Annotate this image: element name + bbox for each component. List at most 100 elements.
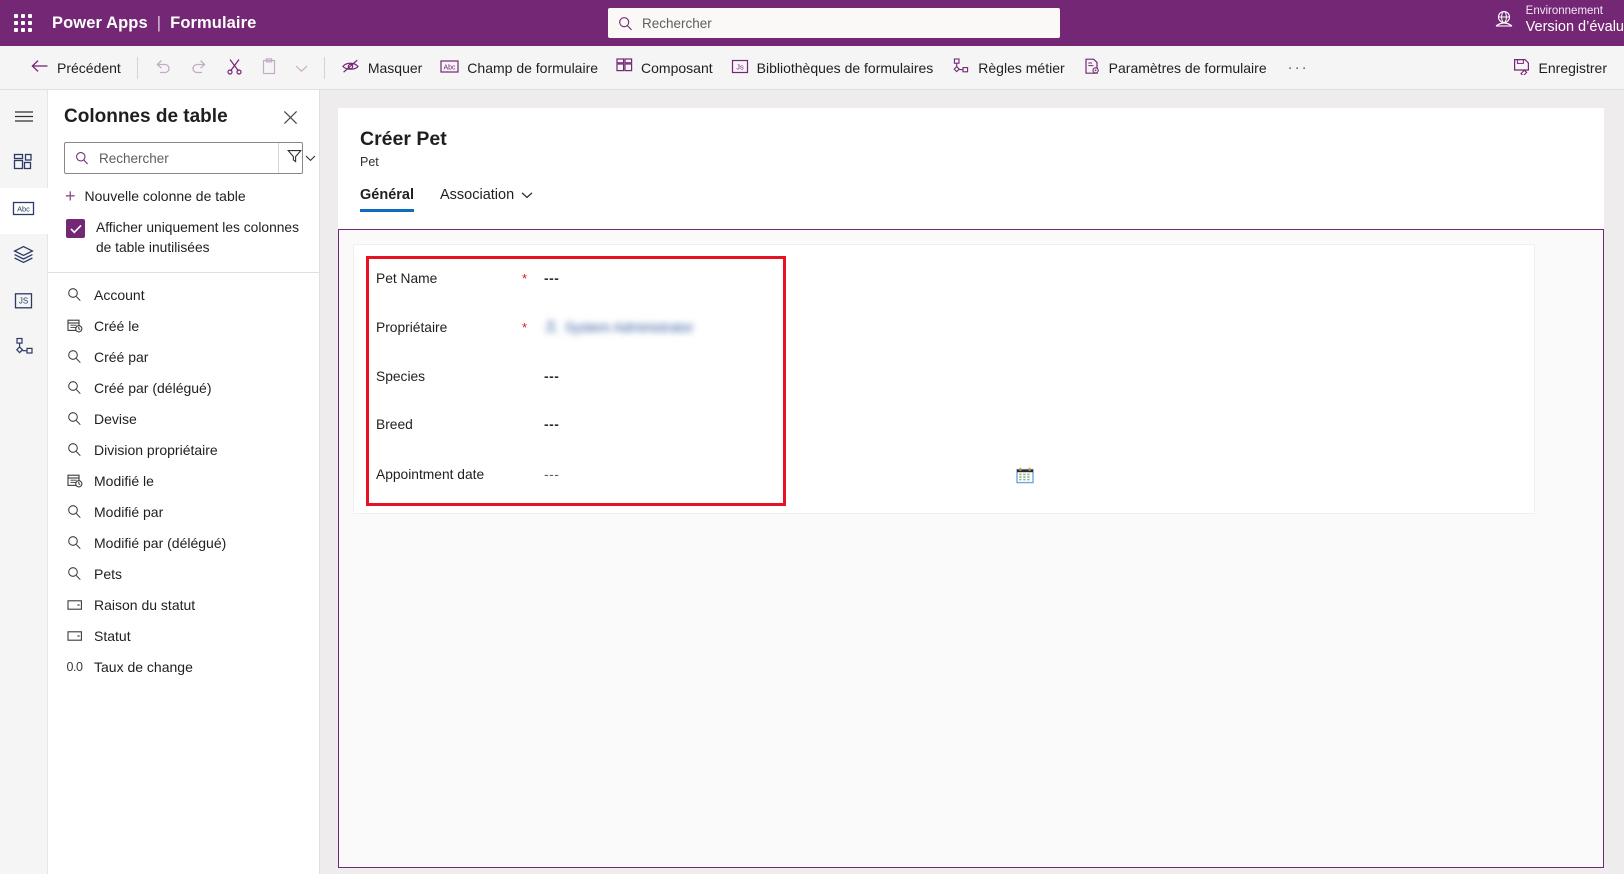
search-icon [65, 151, 97, 165]
more-ellipsis-icon[interactable]: ··· [1276, 59, 1321, 76]
list-item-label: Modifié par (délégué) [94, 534, 227, 551]
environment-indicator[interactable]: Environnement Version d’évalu [1492, 4, 1624, 37]
plus-icon: + [65, 186, 76, 206]
undo-button[interactable] [145, 52, 181, 84]
list-item[interactable]: Créé par [48, 341, 319, 372]
form-section-card[interactable]: Pet Name * --- Propriétaire * System Adm… [353, 244, 1535, 514]
back-button[interactable]: Précédent [22, 52, 130, 84]
list-item[interactable]: Division propriétaire [48, 434, 319, 465]
hide-button[interactable]: Masquer [332, 52, 431, 84]
paste-button[interactable] [252, 52, 286, 84]
lookup-search-icon [66, 441, 83, 458]
form-tabs: Général Association [360, 187, 1604, 212]
field-row-owner[interactable]: Propriétaire * System Administrator [376, 312, 1496, 342]
chevron-down-icon [305, 149, 316, 167]
chevron-down-icon [521, 187, 533, 203]
list-item[interactable]: Créé le [48, 310, 319, 341]
app-context-name: Formulaire [170, 13, 257, 32]
save-icon [1513, 58, 1531, 78]
back-button-label: Précédent [57, 59, 121, 76]
field-value-owner: System Administrator [544, 320, 693, 335]
brand-title[interactable]: Power Apps | Formulaire [52, 14, 256, 33]
list-item[interactable]: Créé par (délégué) [48, 372, 319, 403]
tab-association[interactable]: Association [440, 187, 533, 212]
form-settings-button[interactable]: Paramètres de formulaire [1074, 52, 1276, 84]
list-item[interactable]: Account [48, 279, 319, 310]
list-item-label: Modifié par [94, 503, 164, 520]
command-bar: Précédent Masquer Abc Champ de formulair… [0, 46, 1624, 90]
lookup-search-icon [66, 503, 83, 520]
field-value: --- [544, 270, 560, 286]
close-icon[interactable] [277, 104, 303, 130]
person-icon [544, 320, 558, 334]
field-label: Appointment date [376, 466, 485, 482]
lookup-search-icon [66, 534, 83, 551]
date-time-icon [66, 472, 83, 489]
lookup-search-icon [66, 410, 83, 427]
tab-general[interactable]: Général [360, 187, 414, 212]
business-rules-button[interactable]: Règles métier [942, 52, 1073, 84]
columns-search-box[interactable] [64, 142, 316, 174]
calendar-icon[interactable] [1016, 467, 1034, 484]
waffle-menu-button[interactable] [0, 0, 46, 46]
field-label: Propriétaire [376, 319, 448, 335]
page-title: Créer Pet [360, 128, 447, 150]
new-table-column-button[interactable]: + Nouvelle colonne de table [48, 174, 319, 215]
svg-text:Abc: Abc [17, 204, 30, 213]
list-item-label: Modifié le [94, 472, 154, 489]
choice-icon [66, 627, 83, 644]
hamburger-menu-icon [14, 109, 34, 129]
form-field-button[interactable]: Abc Champ de formulaire [431, 52, 607, 84]
environment-globe-icon [1492, 8, 1516, 32]
form-field-button-label: Champ de formulaire [467, 59, 599, 76]
component-button[interactable]: Composant [607, 52, 722, 84]
owner-name-text: System Administrator [565, 319, 694, 335]
rail-tree-view[interactable] [0, 234, 48, 280]
list-item[interactable]: 0.0 Taux de change [48, 651, 319, 682]
tab-general-label: Général [360, 187, 414, 203]
hide-button-label: Masquer [367, 59, 423, 76]
layers-icon [13, 245, 34, 269]
filter-button[interactable] [278, 143, 319, 173]
redo-button[interactable] [181, 52, 217, 84]
show-unused-columns-checkbox[interactable]: Afficher uniquement les colonnes de tabl… [48, 215, 319, 272]
field-value: --- [544, 416, 560, 432]
rail-table-columns[interactable]: Abc [0, 188, 48, 234]
lookup-search-icon [66, 348, 83, 365]
rail-form-libraries[interactable]: JS [0, 280, 48, 326]
list-item-label: Créé le [94, 317, 140, 334]
rail-toggle-menu[interactable] [0, 96, 48, 142]
field-row-breed[interactable]: Breed --- [376, 409, 1496, 439]
rail-business-rules[interactable] [0, 326, 48, 372]
field-value: --- [544, 466, 560, 482]
list-item[interactable]: Pets [48, 558, 319, 589]
eye-slash-icon [341, 58, 360, 77]
table-columns-list: Account Créé le Créé par Créé par (délég… [48, 273, 319, 682]
rail-components[interactable] [0, 142, 48, 188]
form-designer-frame: Créer Pet Pet Général Association Pet Na… [338, 108, 1604, 868]
list-item[interactable]: Modifié le [48, 465, 319, 496]
save-button-label: Enregistrer [1538, 60, 1607, 76]
choice-icon [66, 596, 83, 613]
paste-options-button[interactable] [286, 52, 317, 84]
list-item[interactable]: Statut [48, 620, 319, 651]
field-label: Species [376, 368, 426, 384]
components-grid-icon [13, 153, 34, 178]
field-row-species[interactable]: Species --- [376, 361, 1496, 391]
save-button[interactable]: Enregistrer [1504, 52, 1616, 84]
form-body-selected[interactable]: Pet Name * --- Propriétaire * System Adm… [338, 229, 1604, 868]
search-input[interactable] [97, 149, 278, 167]
field-row-appointment-date[interactable]: Appointment date --- [376, 459, 1496, 489]
field-value: --- [544, 368, 560, 384]
lookup-search-icon [66, 286, 83, 303]
global-search-box[interactable]: Rechercher [608, 8, 1060, 38]
cut-button[interactable] [217, 52, 252, 84]
field-row-pet-name[interactable]: Pet Name * --- [376, 263, 1496, 293]
list-item[interactable]: Raison du statut [48, 589, 319, 620]
list-item[interactable]: Modifié par [48, 496, 319, 527]
form-libraries-button[interactable]: Js Bibliothèques de formulaires [722, 52, 943, 84]
form-settings-icon [1083, 58, 1101, 78]
list-item[interactable]: Modifié par (délégué) [48, 527, 319, 558]
form-settings-button-label: Paramètres de formulaire [1108, 59, 1267, 76]
list-item[interactable]: Devise [48, 403, 319, 434]
